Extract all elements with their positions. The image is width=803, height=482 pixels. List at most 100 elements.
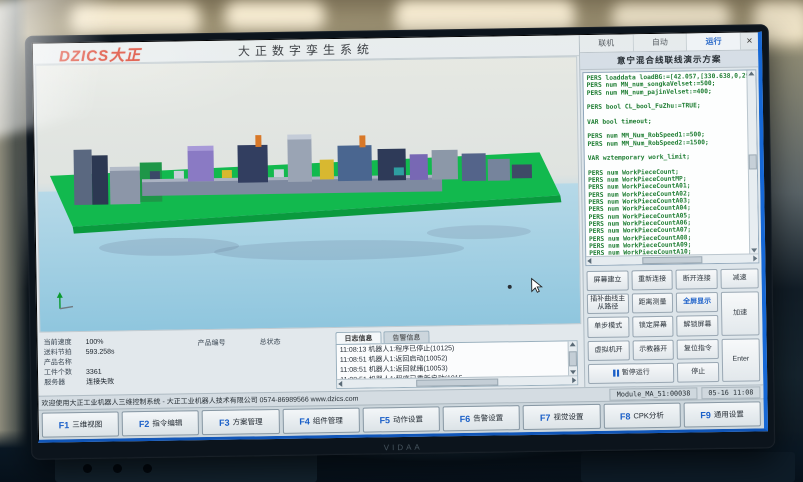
fkey-label: 告警设置 [473,412,503,423]
code-vertical-scrollbar[interactable] [746,70,758,253]
btn-pause-run[interactable]: 暂停运行 [588,363,675,385]
btn-interp-path[interactable]: 插补曲线主从路径 [587,294,629,315]
status-label: 当前速度 [43,339,77,348]
machine-hole [113,464,122,473]
screen: DZICS大正 大正数字孪生系统 [32,31,768,442]
function-key-button[interactable]: F2 指令编辑 [122,410,200,436]
function-key-button[interactable]: F5 动作设置 [362,406,440,432]
production-status: 当前速度 100% 送料节拍 593.258s 产品名称 工件个数 3361 [43,334,192,394]
status-value: 593.258s [86,348,115,356]
tab-alarm-info[interactable]: 告警信息 [383,331,429,344]
function-key-button[interactable]: F8 CPK分析 [603,403,681,429]
status-label: 工件个数 [44,369,78,378]
fkey-number: F7 [540,412,551,422]
btn-single-step[interactable]: 单步模式 [587,317,629,338]
status-item: 产品名称 [44,357,192,367]
code-line-list: PERS loaddata loadBG:=[42.057,[330.638,0… [583,71,749,257]
scroll-up-icon[interactable] [748,71,754,75]
tab-online[interactable]: 联机 [580,34,634,52]
module-indicator: Module_MA_51:00038 [610,387,698,400]
function-key-button[interactable]: F6 告警设置 [443,405,521,431]
factory-photo-background: DZICS大正 大正数字孪生系统 [0,0,803,482]
tab-auto[interactable]: 自动 [633,33,687,51]
status-item: 当前速度 100% [43,337,191,347]
btn-teach-pendant[interactable]: 示教器开 [632,339,674,360]
scroll-thumb[interactable] [416,378,499,386]
plan-title: 意宁混合线联线演示方案 [580,50,758,70]
fkey-number: F1 [59,420,70,430]
close-icon[interactable]: ✕ [741,32,758,49]
fkey-label: 视觉设置 [553,411,583,422]
scroll-thumb[interactable] [642,256,702,264]
fkey-number: F9 [700,410,711,420]
scroll-up-icon[interactable] [570,342,576,346]
btn-stop[interactable]: 停止 [677,362,719,383]
fkey-number: F3 [219,417,230,427]
fkey-number: F8 [620,411,631,421]
fkey-label: 动作设置 [393,414,423,425]
dzics-logo: DZICS大正 [59,44,141,66]
log-vertical-scrollbar[interactable] [568,341,578,375]
status-label: 产品名称 [44,359,78,368]
log-panel: 日志信息 告警信息 11:08:13 机器人1:程序已停止(10125)11:0… [335,328,580,390]
monitor-brand-label: VIDAA [384,443,423,453]
machine-hole [143,464,152,473]
main-area: 大正数字孪生系统 [33,32,763,395]
fkey-label: 三维视图 [72,419,102,430]
scroll-right-icon[interactable] [572,377,576,383]
function-key-button[interactable]: F3 方案管理 [202,409,280,435]
fkey-label: 指令编辑 [152,417,182,428]
btn-accelerate[interactable]: 加速 [721,292,760,336]
wall-pillar [0,0,28,482]
left-column: 大正数字孪生系统 [33,35,584,396]
scroll-thumb[interactable] [749,154,757,169]
scroll-thumb[interactable] [569,351,577,366]
control-button-grid: 屏幕建立 重新连接 断开连接 减速 插补曲线主从路径 距离测量 全屏显示 加速 … [583,265,763,387]
function-key-button[interactable]: F7 视觉设置 [523,404,601,430]
btn-unlock-screen[interactable]: 解锁屏幕 [677,315,719,336]
fkey-label: CPK分析 [633,410,664,421]
status-row: 当前速度 100% 送料节拍 593.258s 产品名称 工件个数 3361 [37,326,584,396]
log-message-list: 11:08:13 机器人1:程序已停止(10125)11:08:51 机器人1:… [337,341,569,379]
pause-label: 暂停运行 [622,369,650,377]
3d-viewport[interactable] [35,56,581,332]
pause-icon [613,370,619,377]
status-label: 产品编号 [197,338,226,392]
status-label: 送料节拍 [44,349,78,358]
btn-fullscreen[interactable]: 全屏显示 [676,292,718,313]
fkey-label: 通用设置 [714,409,744,420]
function-key-button[interactable]: F4 组件管理 [282,408,360,434]
status-item: 送料节拍 593.258s [44,347,192,357]
scroll-left-icon[interactable] [587,258,591,264]
tab-log-info[interactable]: 日志信息 [335,331,381,344]
btn-decelerate[interactable]: 减速 [720,268,758,289]
tab-run[interactable]: 运行 [687,33,741,51]
ceiling-light [225,2,325,32]
scroll-down-icon[interactable] [570,370,576,374]
function-key-button[interactable]: F9 通用设置 [683,401,761,427]
status-value: 3361 [86,369,102,377]
fkey-number: F5 [379,415,390,425]
btn-lock-screen[interactable]: 锁定屏幕 [632,316,674,337]
function-key-button[interactable]: F1 三维视图 [42,411,120,437]
btn-disconnect[interactable]: 断开连接 [676,269,718,290]
btn-virtual-machine[interactable]: 虚拟机开 [588,340,630,361]
factory-machine [581,452,795,482]
btn-reconnect[interactable]: 重新连接 [631,270,673,291]
fkey-label: 组件管理 [313,415,343,426]
btn-reset-command[interactable]: 复位指令 [677,339,719,360]
scroll-right-icon[interactable] [753,255,757,261]
btn-distance-measure[interactable]: 距离测量 [631,293,673,314]
code-main: PERS loaddata loadBG:=[42.057,[330.638,0… [583,70,758,256]
log-main: 11:08:13 机器人1:程序已停止(10125)11:08:51 机器人1:… [337,341,578,379]
status-value: 连接失败 [86,379,114,387]
fkey-number: F6 [460,413,471,423]
btn-enter[interactable]: Enter [722,338,761,382]
datetime-indicator: 05-16 11:08 [701,386,760,399]
machine-hole [83,464,92,473]
scroll-down-icon[interactable] [751,248,757,252]
rapid-code-box: PERS loaddata loadBG:=[42.057,[330.638,0… [582,69,759,266]
btn-screen-setup[interactable]: 屏幕建立 [586,270,628,291]
scroll-left-icon[interactable] [338,381,342,387]
code-horizontal-scrollbar[interactable] [586,253,758,265]
